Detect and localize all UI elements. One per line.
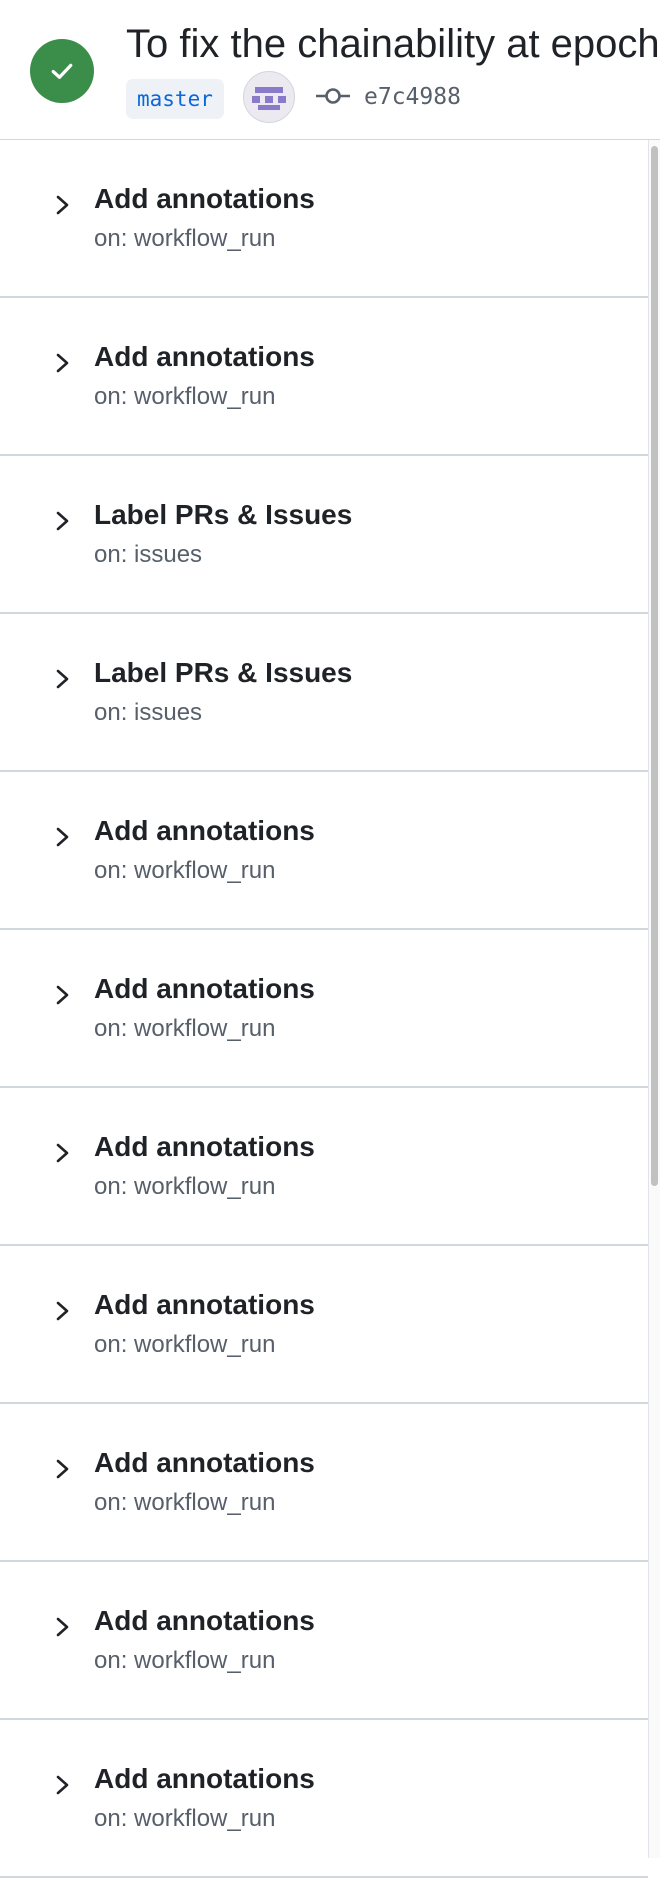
run-trigger: on: workflow_run (94, 1331, 276, 1358)
run-trigger: on: issues (94, 699, 203, 726)
chevron-right-icon (56, 1775, 69, 1795)
run-name: Label PRs & Issues (94, 499, 353, 530)
run-trigger: on: workflow_run (94, 1173, 276, 1200)
workflow-run-list: Add annotations on: workflow_run Add ann… (0, 140, 648, 1878)
list-item[interactable]: Add annotations on: workflow_run (0, 298, 648, 456)
run-trigger: on: issues (94, 541, 203, 568)
chevron-right-icon (56, 669, 69, 689)
list-item[interactable]: Add annotations on: workflow_run (0, 1562, 648, 1720)
list-item[interactable]: Label PRs & Issues on: issues (0, 456, 648, 614)
run-title[interactable]: To fix the chainability at epoch (126, 18, 660, 70)
run-name: Add annotations (94, 1763, 315, 1794)
list-item[interactable]: Add annotations on: workflow_run (0, 1720, 648, 1878)
run-trigger: on: workflow_run (94, 1489, 276, 1516)
run-trigger: on: workflow_run (94, 225, 276, 252)
run-name: Add annotations (94, 815, 315, 846)
run-trigger: on: workflow_run (94, 383, 276, 410)
chevron-right-icon (56, 1143, 69, 1163)
run-name: Add annotations (94, 183, 315, 214)
git-commit-icon (316, 88, 350, 104)
run-trigger: on: workflow_run (94, 1647, 276, 1674)
workflow-run-header: To fix the chainability at epoch master … (0, 0, 660, 140)
branch-badge[interactable]: master (126, 79, 224, 119)
chevron-right-icon (56, 985, 69, 1005)
run-name: Add annotations (94, 1605, 315, 1636)
chevron-right-icon (56, 1301, 69, 1321)
list-item[interactable]: Add annotations on: workflow_run (0, 1246, 648, 1404)
list-item[interactable]: Add annotations on: workflow_run (0, 772, 648, 930)
run-name: Add annotations (94, 341, 315, 372)
chevron-right-icon (56, 353, 69, 373)
identicon-avatar-icon (252, 87, 286, 110)
run-trigger: on: workflow_run (94, 857, 276, 884)
chevron-right-icon (56, 511, 69, 531)
run-name: Add annotations (94, 1131, 315, 1162)
chevron-right-icon (56, 1459, 69, 1479)
run-trigger: on: workflow_run (94, 1015, 276, 1042)
scrollbar[interactable] (648, 140, 660, 1858)
chevron-right-icon (56, 1617, 69, 1637)
run-name: Add annotations (94, 1447, 315, 1478)
check-icon (51, 63, 73, 79)
list-item[interactable]: Add annotations on: workflow_run (0, 1088, 648, 1246)
chevron-right-icon (56, 827, 69, 847)
avatar[interactable] (243, 71, 295, 123)
run-name: Add annotations (94, 1289, 315, 1320)
run-name: Add annotations (94, 973, 315, 1004)
chevron-right-icon (56, 195, 69, 215)
list-item[interactable]: Add annotations on: workflow_run (0, 930, 648, 1088)
commit-sha-link[interactable]: e7c4988 (364, 78, 461, 116)
list-item[interactable]: Add annotations on: workflow_run (0, 140, 648, 298)
run-name: Label PRs & Issues (94, 657, 353, 688)
list-item[interactable]: Label PRs & Issues on: issues (0, 614, 648, 772)
scrollbar-thumb[interactable] (651, 146, 658, 1186)
status-success-icon (30, 39, 94, 103)
list-item[interactable]: Add annotations on: workflow_run (0, 1404, 648, 1562)
run-trigger: on: workflow_run (94, 1805, 276, 1832)
